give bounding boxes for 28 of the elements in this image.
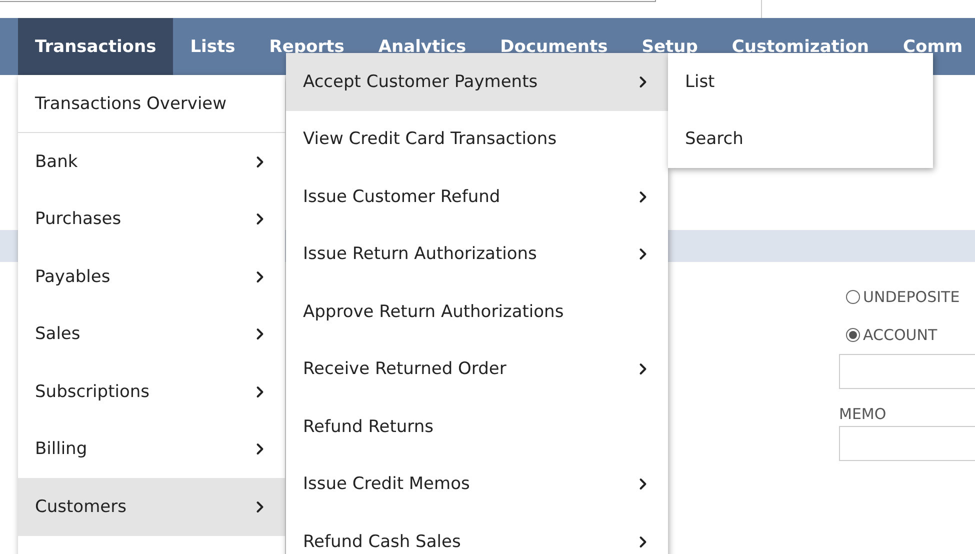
menu-item[interactable]: Transactions Overview xyxy=(18,75,285,133)
menu-item[interactable]: Refund Cash Sales xyxy=(286,513,668,554)
menu-item[interactable]: Bank xyxy=(18,133,285,190)
menu-item[interactable]: List xyxy=(668,53,933,110)
menu-item[interactable]: Refund Returns xyxy=(286,398,668,456)
menu-item[interactable]: Receive Returned Order xyxy=(286,340,668,398)
menu-item[interactable]: Issue Return Authorizations xyxy=(286,226,668,283)
menu-item[interactable]: Billing xyxy=(18,420,285,478)
menu-item[interactable]: Purchases xyxy=(18,190,285,248)
radio-label: UNDEPOSITE xyxy=(863,288,960,306)
nav-tab[interactable]: Transactions xyxy=(18,18,174,75)
memo-field[interactable] xyxy=(839,426,975,461)
menu-item[interactable]: Payables xyxy=(18,248,285,306)
radio-label: ACCOUNT xyxy=(863,326,938,344)
memo-label: MEMO xyxy=(839,405,888,423)
menu-item[interactable]: Subscriptions xyxy=(18,363,285,420)
nav-tab[interactable]: Lists xyxy=(173,18,252,75)
menu-item[interactable]: Issue Customer Refund xyxy=(286,168,668,226)
menu-item[interactable]: Search xyxy=(668,110,933,168)
radio-button[interactable] xyxy=(846,328,860,342)
menu-item[interactable]: Sales xyxy=(18,306,285,363)
menu-item[interactable]: Issue Credit Memos xyxy=(286,456,668,513)
menu-item[interactable]: Customers xyxy=(18,478,285,536)
account-field[interactable] xyxy=(839,354,975,389)
menu-item[interactable]: Accept Customer Payments xyxy=(286,53,668,110)
menu-item[interactable]: View Credit Card Transactions xyxy=(286,110,668,168)
menu-item[interactable]: Approve Return Authorizations xyxy=(286,283,668,340)
radio-button[interactable] xyxy=(846,290,860,304)
